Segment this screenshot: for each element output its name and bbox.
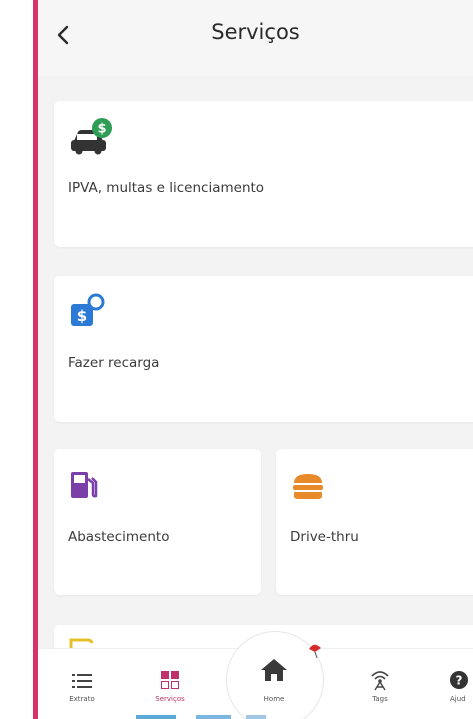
card-label-drivethru: Drive-thru xyxy=(290,529,359,545)
fuel-pump-icon xyxy=(68,469,102,507)
nav-item-ajuda[interactable]: ? Ajud xyxy=(438,649,473,719)
nav-label-servicos: Serviços xyxy=(155,695,185,703)
grid-icon xyxy=(161,671,179,689)
antenna-icon xyxy=(371,671,389,691)
card-recarga[interactable]: $ Fazer recarga xyxy=(54,276,473,422)
red-pin-icon xyxy=(309,644,321,659)
nav-item-servicos[interactable]: Serviços xyxy=(140,649,200,719)
nav-label-tags: Tags xyxy=(372,695,388,703)
card-drivethru[interactable]: Drive-thru xyxy=(276,449,473,595)
nav-item-extrato[interactable]: Extrato xyxy=(52,649,112,719)
svg-text:$: $ xyxy=(77,307,87,325)
nav-label-ajuda: Ajud xyxy=(450,695,466,703)
card-label-abastecimento: Abastecimento xyxy=(68,529,170,545)
bottom-color-strip xyxy=(136,715,266,719)
help-icon: ? xyxy=(450,671,468,689)
card-label-recarga: Fazer recarga xyxy=(68,355,160,371)
car-with-dollar-icon: $ xyxy=(68,117,114,163)
services-screen: Serviços $ IPVA, multas e licenciamento xyxy=(38,0,473,719)
house-icon xyxy=(261,659,287,681)
nav-item-home[interactable]: Home xyxy=(244,637,304,717)
card-abastecimento[interactable]: Abastecimento xyxy=(54,449,261,595)
list-icon xyxy=(72,674,92,688)
burger-icon xyxy=(290,471,326,507)
card-label-ipva: IPVA, multas e licenciamento xyxy=(68,180,265,196)
header: Serviços xyxy=(38,0,473,76)
svg-text:?: ? xyxy=(456,674,463,688)
card-ipva[interactable]: $ IPVA, multas e licenciamento xyxy=(54,101,473,247)
nav-label-extrato: Extrato xyxy=(69,695,95,703)
page-title: Serviços xyxy=(211,20,300,44)
nav-label-home: Home xyxy=(263,695,285,703)
dollar-recharge-icon: $ xyxy=(68,290,108,334)
bottom-nav: Extrato Serviços Home Tags ? Ajud xyxy=(38,631,473,719)
app-frame: Serviços $ IPVA, multas e licenciamento xyxy=(0,0,473,719)
svg-text:$: $ xyxy=(97,122,106,137)
nav-item-tags[interactable]: Tags xyxy=(350,649,410,719)
